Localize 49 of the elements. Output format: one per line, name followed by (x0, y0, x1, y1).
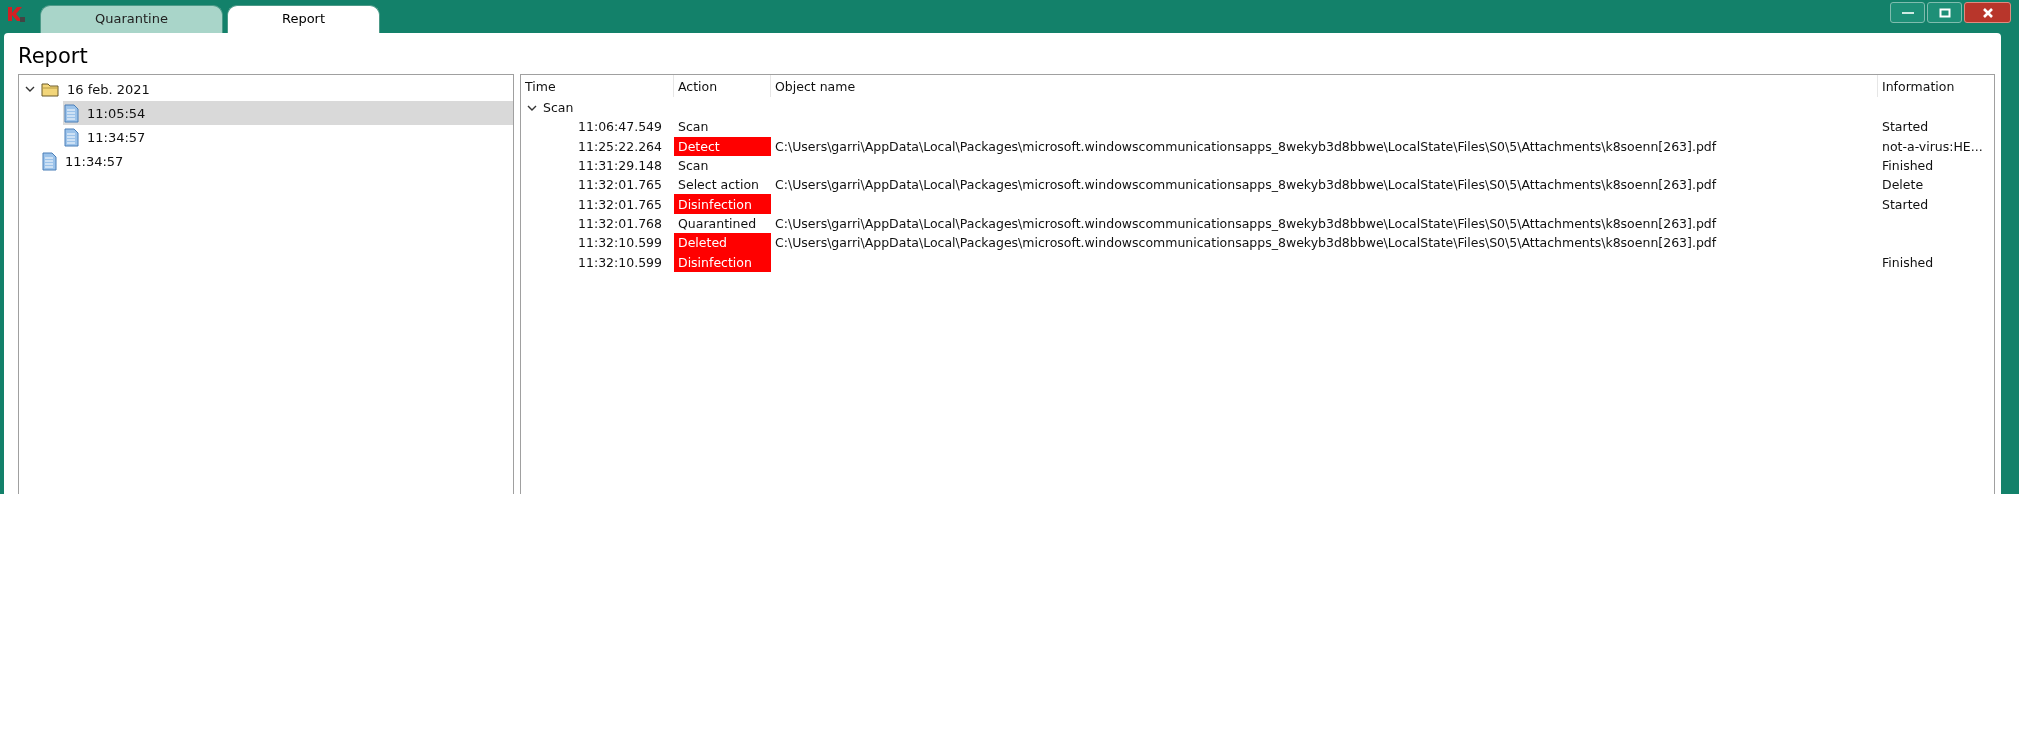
action-text: Scan (678, 119, 709, 135)
time-text: 11:32:01.765 (578, 177, 662, 193)
document-icon (41, 151, 57, 171)
folder-icon (41, 81, 59, 97)
action-cell: Detect (674, 136, 771, 156)
object-path: C:\Users\garri\AppData\Local\Packages\microsoft.windowscommunicationsapps_8wekyb3d8bbwe\LocalState\Files\S0\5\Attachments\k8soenn[263].pdf (775, 235, 1717, 251)
close-icon (1981, 7, 1994, 18)
time-text: 11:32:10.599 (578, 254, 662, 270)
information-text: Finished (1882, 158, 1934, 174)
action-cell: Deleted (674, 233, 771, 253)
information-text: Started (1882, 119, 1929, 135)
tree-item[interactable]: 11:34:57 (41, 149, 513, 173)
maximize-icon (1938, 7, 1951, 18)
action-cell: Disinfection (674, 252, 771, 272)
minimize-icon (1901, 11, 1914, 14)
tree-item[interactable]: 11:34:57 (63, 125, 513, 149)
collapse-icon[interactable] (25, 84, 35, 94)
information-text: Finished (1882, 254, 1934, 270)
object-path: C:\Users\garri\AppData\Local\Packages\microsoft.windowscommunicationsapps_8wekyb3d8bbwe\LocalState\Files\S0\5\Attachments\k8soenn[263].pdf (775, 177, 1717, 193)
close-button[interactable] (1964, 2, 2011, 23)
action-text: Select action (678, 177, 759, 193)
maximize-button[interactable] (1927, 2, 1962, 23)
information-text: Started (1882, 196, 1929, 212)
minimize-button[interactable] (1890, 2, 1925, 23)
time-text: 11:25:22.264 (578, 138, 662, 154)
column-header[interactable]: Action (674, 75, 771, 97)
page-title: Report (18, 43, 89, 70)
time-text: 11:32:10.599 (578, 235, 662, 251)
tab[interactable]: Quarantine (40, 5, 223, 33)
column-header[interactable]: Object name (771, 75, 1878, 97)
information-text: not-a-virus:HE... (1882, 138, 1983, 154)
document-icon (63, 127, 79, 147)
time-text: 11:06:47.549 (578, 119, 662, 135)
object-path: C:\Users\garri\AppData\Local\Packages\microsoft.windowscommunicationsapps_8wekyb3d8bbwe\LocalState\Files\S0\5\Attachments\k8soenn[263].pdf (775, 215, 1717, 231)
tab[interactable]: Report (226, 5, 381, 33)
document-icon (63, 103, 79, 123)
action-cell: Disinfection (674, 194, 771, 214)
time-text: 11:32:01.768 (578, 215, 662, 231)
tree-item[interactable]: 11:05:54 (63, 101, 513, 125)
column-header[interactable]: Time (521, 75, 674, 97)
action-text: Scan (678, 158, 709, 174)
column-header[interactable]: Information (1878, 75, 1994, 97)
group-label: Scan (543, 100, 574, 116)
information-text: Delete (1882, 177, 1924, 193)
time-text: 11:32:01.765 (578, 196, 662, 212)
object-path: C:\Users\garri\AppData\Local\Packages\microsoft.windowscommunicationsapps_8wekyb3d8bbwe\LocalState\Files\S0\5\Attachments\k8soenn[263].pdf (775, 138, 1717, 154)
tree-item[interactable]: 16 feb. 2021 (41, 77, 513, 101)
time-text: 11:31:29.148 (578, 158, 662, 174)
action-text: Quarantined (678, 215, 757, 231)
